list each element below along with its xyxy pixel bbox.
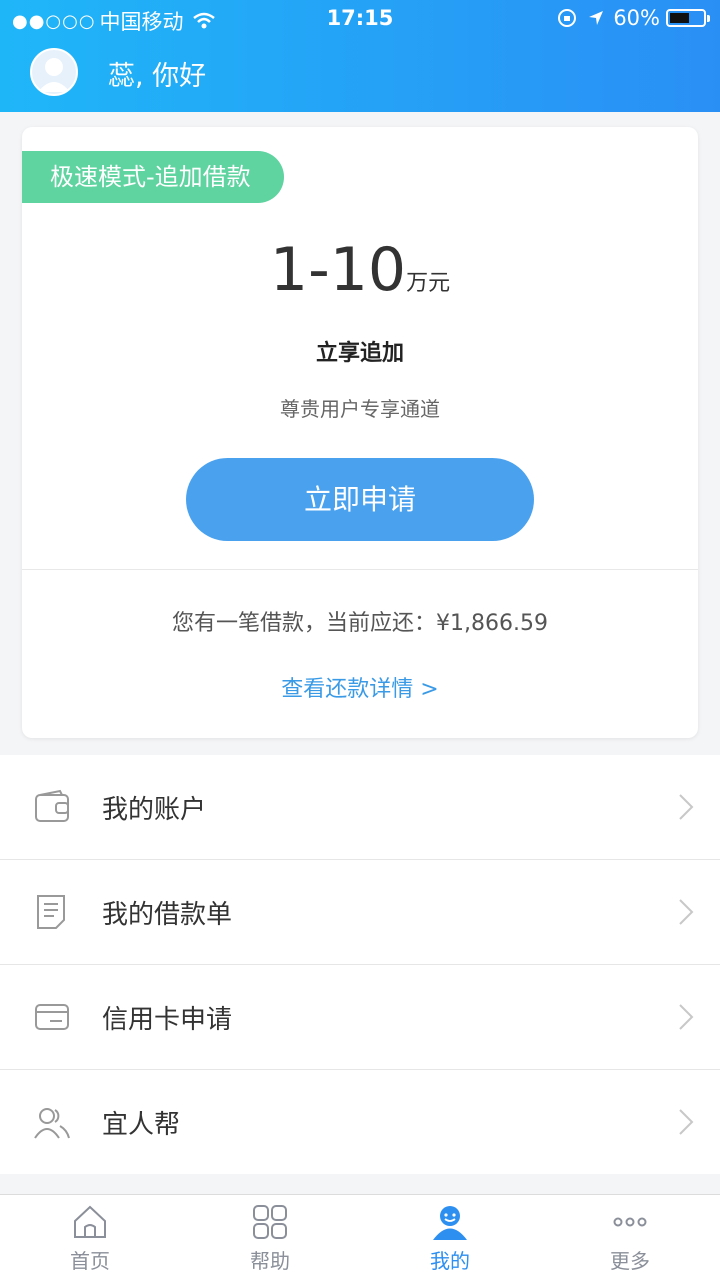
tab-label: 首页	[70, 1249, 110, 1273]
header: ●●○○○ 中国移动 17:15 60% 蕊, 你好	[0, 0, 720, 112]
tab-label: 帮助	[250, 1249, 290, 1273]
chevron-right-icon	[679, 899, 694, 925]
status-right: 60%	[557, 6, 710, 30]
highlight-text: 立享追加	[315, 341, 404, 366]
menu-label: 我的账户	[102, 795, 207, 825]
tab-help[interactable]: 帮助	[180, 1195, 360, 1281]
card-divider	[22, 569, 698, 570]
subtitle-text: 尊贵用户专享通道	[280, 397, 440, 421]
menu-label: 信用卡申请	[102, 1005, 233, 1035]
grid-icon	[253, 1205, 287, 1239]
tab-more[interactable]: 更多	[540, 1195, 720, 1281]
battery-fill	[670, 13, 689, 23]
chevron-right-icon	[679, 1109, 694, 1135]
chevron-right-icon	[679, 794, 694, 820]
wallet-icon	[35, 789, 69, 822]
menu-label: 我的借款单	[102, 900, 233, 930]
chevron-right-icon	[679, 1004, 694, 1030]
menu-item-loans[interactable]: 我的借款单	[0, 860, 720, 965]
rotation-lock-icon	[558, 9, 577, 27]
user-silhouette-icon	[38, 58, 70, 92]
home-icon	[74, 1205, 106, 1238]
document-icon	[37, 895, 65, 929]
users-icon	[34, 1108, 70, 1139]
tab-label: 我的	[430, 1249, 470, 1273]
repay-details-link[interactable]: 查看还款详情 >	[22, 671, 698, 703]
status-bar: ●●○○○ 中国移动 17:15 60%	[0, 0, 720, 38]
amount-number: 1-10	[269, 235, 407, 305]
apply-button[interactable]: 立即申请	[186, 458, 534, 541]
tab-bar: 首页 帮助 我的 更多	[0, 1194, 720, 1281]
tab-mine[interactable]: 我的	[360, 1195, 540, 1281]
mode-tag: 极速模式-追加借款	[22, 151, 284, 203]
amount-unit: 万元	[406, 271, 451, 296]
tab-home[interactable]: 首页	[0, 1195, 180, 1281]
user-icon	[433, 1206, 467, 1240]
greeting: 蕊, 你好	[108, 61, 207, 92]
menu-list: 我的账户 我的借款单 信用卡申请 宜人帮	[0, 755, 720, 1174]
battery-percent: 60%	[613, 6, 660, 30]
menu-item-account[interactable]: 我的账户	[0, 755, 720, 860]
amount-range: 1-10万元	[22, 235, 698, 305]
menu-label: 宜人帮	[102, 1110, 181, 1140]
menu-item-yirenbang[interactable]: 宜人帮	[0, 1070, 720, 1174]
menu-item-credit-card[interactable]: 信用卡申请	[0, 965, 720, 1070]
more-icon	[613, 1217, 647, 1227]
tab-label: 更多	[610, 1249, 650, 1273]
loan-card: 极速模式-追加借款 1-10万元 立享追加 尊贵用户专享通道 立即申请 您有一笔…	[22, 127, 698, 738]
avatar[interactable]	[30, 48, 78, 96]
battery-icon	[666, 9, 710, 27]
loan-info: 您有一笔借款，当前应还：¥1,866.59	[172, 611, 548, 636]
location-arrow-icon	[589, 11, 604, 25]
credit-card-icon	[35, 1004, 69, 1030]
